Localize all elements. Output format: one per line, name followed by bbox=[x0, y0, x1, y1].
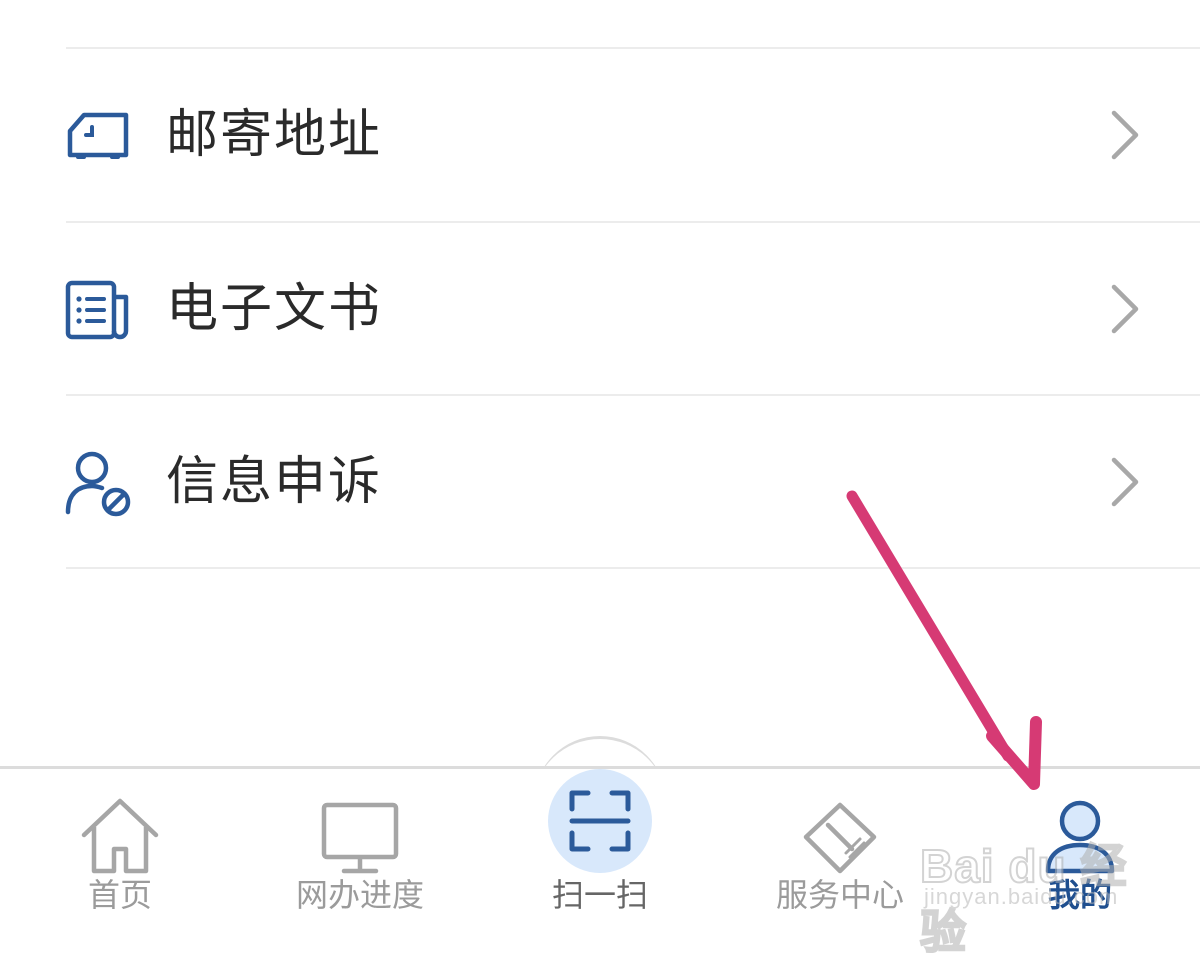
tab-home[interactable]: 首页 bbox=[0, 769, 240, 945]
menu-item-electronic-documents[interactable]: 电子文书 bbox=[0, 223, 1200, 395]
tab-label: 我的 bbox=[1047, 876, 1112, 914]
chevron-right-icon bbox=[1111, 457, 1139, 507]
tab-scan[interactable]: 扫一扫 bbox=[480, 769, 720, 945]
user-block-icon bbox=[65, 451, 131, 517]
tab-mine[interactable]: 我的 bbox=[960, 769, 1200, 945]
chevron-right-icon bbox=[1111, 110, 1139, 160]
menu-item-mailing-address[interactable]: 邮寄地址 bbox=[0, 49, 1200, 221]
home-icon bbox=[81, 798, 159, 874]
tab-label: 网办进度 bbox=[295, 876, 424, 914]
user-icon bbox=[1045, 800, 1115, 874]
menu-item-label: 信息申诉 bbox=[166, 452, 383, 512]
tab-service-center[interactable]: 服务中心 bbox=[720, 769, 960, 945]
chevron-right-icon bbox=[1111, 284, 1139, 334]
bottom-tab-bar: 首页 网办进度 扫一扫 服务中心 我的 bbox=[0, 766, 1200, 945]
scan-button-circle bbox=[548, 769, 652, 873]
tab-label: 扫一扫 bbox=[551, 876, 648, 914]
tab-progress[interactable]: 网办进度 bbox=[240, 769, 480, 945]
tab-label: 首页 bbox=[87, 876, 152, 914]
menu-item-label: 邮寄地址 bbox=[166, 105, 383, 165]
tab-label: 服务中心 bbox=[775, 876, 904, 914]
menu-divider bbox=[66, 567, 1200, 569]
scan-icon bbox=[569, 790, 631, 852]
service-center-icon bbox=[803, 802, 877, 874]
menu-item-label: 电子文书 bbox=[166, 279, 383, 339]
menu-item-information-appeal[interactable]: 信息申诉 bbox=[0, 396, 1200, 568]
monitor-icon bbox=[321, 802, 399, 874]
delivery-truck-icon bbox=[67, 112, 129, 159]
document-icon bbox=[65, 280, 129, 340]
